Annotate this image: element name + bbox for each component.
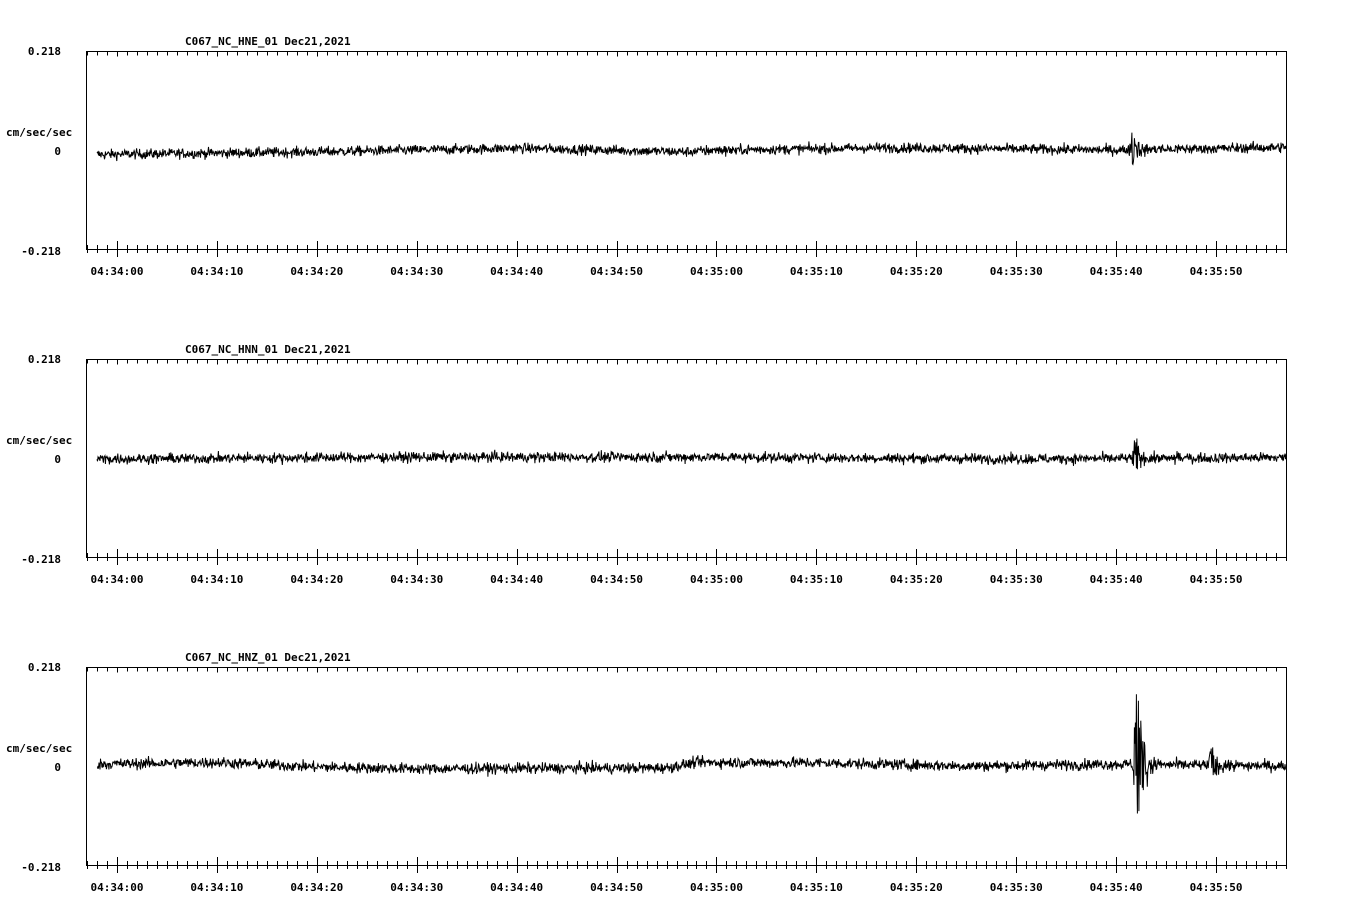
- x-tick-label: 04:34:00: [90, 881, 143, 894]
- y-axis-label: cm/sec/sec: [6, 434, 72, 447]
- y-tick-max: 0.218: [28, 661, 61, 674]
- x-tick-label: 04:35:40: [1090, 265, 1143, 278]
- x-tick-label: 04:34:30: [390, 265, 443, 278]
- x-tick-label: 04:35:40: [1090, 881, 1143, 894]
- seismogram-panel-hnn: C067_NC_HNN_01 Dec21,2021 cm/sec/sec 0.2…: [6, 343, 1287, 586]
- x-tick-label: 04:34:30: [390, 573, 443, 586]
- x-axis-tick-marks: [87, 667, 1287, 873]
- x-tick-label: 04:34:40: [490, 265, 543, 278]
- x-tick-label: 04:35:50: [1190, 881, 1243, 894]
- x-axis-tick-labels: 04:34:00 04:34:10 04:34:20 04:34:30 04:34:40…: [90, 265, 1242, 278]
- waveform-trace-hnz: [96, 694, 1287, 814]
- x-tick-label: 04:34:20: [290, 265, 343, 278]
- seismogram-figure: C067_NC_HNE_01 Dec21,2021 cm/sec/sec 0.2…: [6, 35, 1287, 894]
- panel-title: C067_NC_HNN_01 Dec21,2021: [185, 343, 351, 356]
- x-tick-label: 04:35:50: [1190, 573, 1243, 586]
- x-tick-label: 04:34:30: [390, 881, 443, 894]
- x-tick-label: 04:35:30: [990, 265, 1043, 278]
- x-axis-ticks: [87, 359, 1287, 565]
- x-tick-label: 04:35:30: [990, 881, 1043, 894]
- x-tick-label: 04:34:10: [190, 881, 243, 894]
- x-tick-label: 04:35:00: [690, 573, 743, 586]
- y-tick-max: 0.218: [28, 353, 61, 366]
- waveform-trace-hnn: [96, 438, 1287, 470]
- x-tick-label: 04:34:50: [590, 573, 643, 586]
- x-tick-label: 04:35:20: [890, 265, 943, 278]
- x-tick-label: 04:35:10: [790, 265, 843, 278]
- panel-title: C067_NC_HNE_01 Dec21,2021: [185, 35, 351, 48]
- seismogram-panel-hnz: C067_NC_HNZ_01 Dec21,2021 cm/sec/sec 0.2…: [6, 651, 1287, 894]
- y-axis-label: cm/sec/sec: [6, 742, 72, 755]
- y-tick-zero: 0: [54, 145, 61, 158]
- y-tick-min: -0.218: [21, 245, 61, 258]
- seismogram-panel-hne: C067_NC_HNE_01 Dec21,2021 cm/sec/sec 0.2…: [6, 35, 1287, 278]
- x-tick-label: 04:35:10: [790, 881, 843, 894]
- x-axis-tick-marks: [87, 359, 1287, 565]
- x-tick-label: 04:34:50: [590, 265, 643, 278]
- x-tick-label: 04:35:20: [890, 573, 943, 586]
- x-tick-label: 04:34:40: [490, 573, 543, 586]
- x-tick-label: 04:35:40: [1090, 573, 1143, 586]
- x-axis-ticks: [87, 667, 1287, 873]
- y-tick-max: 0.218: [28, 45, 61, 58]
- y-tick-min: -0.218: [21, 861, 61, 874]
- x-tick-label: 04:34:20: [290, 881, 343, 894]
- waveform-trace-hne: [96, 132, 1287, 166]
- x-axis-tick-labels: 04:34:00 04:34:10 04:34:20 04:34:30 04:34:40…: [90, 573, 1242, 586]
- x-tick-label: 04:34:20: [290, 573, 343, 586]
- y-tick-min: -0.218: [21, 553, 61, 566]
- x-tick-label: 04:34:10: [190, 573, 243, 586]
- y-tick-zero: 0: [54, 453, 61, 466]
- x-tick-label: 04:35:50: [1190, 265, 1243, 278]
- x-tick-label: 04:34:00: [90, 265, 143, 278]
- x-tick-label: 04:35:30: [990, 573, 1043, 586]
- y-axis-label: cm/sec/sec: [6, 126, 72, 139]
- x-tick-label: 04:35:00: [690, 881, 743, 894]
- x-tick-label: 04:35:00: [690, 265, 743, 278]
- x-tick-label: 04:34:00: [90, 573, 143, 586]
- x-tick-label: 04:35:20: [890, 881, 943, 894]
- panel-title: C067_NC_HNZ_01 Dec21,2021: [185, 651, 351, 664]
- x-tick-label: 04:34:10: [190, 265, 243, 278]
- x-tick-label: 04:34:40: [490, 881, 543, 894]
- y-tick-zero: 0: [54, 761, 61, 774]
- x-tick-label: 04:35:10: [790, 573, 843, 586]
- x-tick-label: 04:34:50: [590, 881, 643, 894]
- x-axis-tick-labels: 04:34:00 04:34:10 04:34:20 04:34:30 04:34:40…: [90, 881, 1242, 894]
